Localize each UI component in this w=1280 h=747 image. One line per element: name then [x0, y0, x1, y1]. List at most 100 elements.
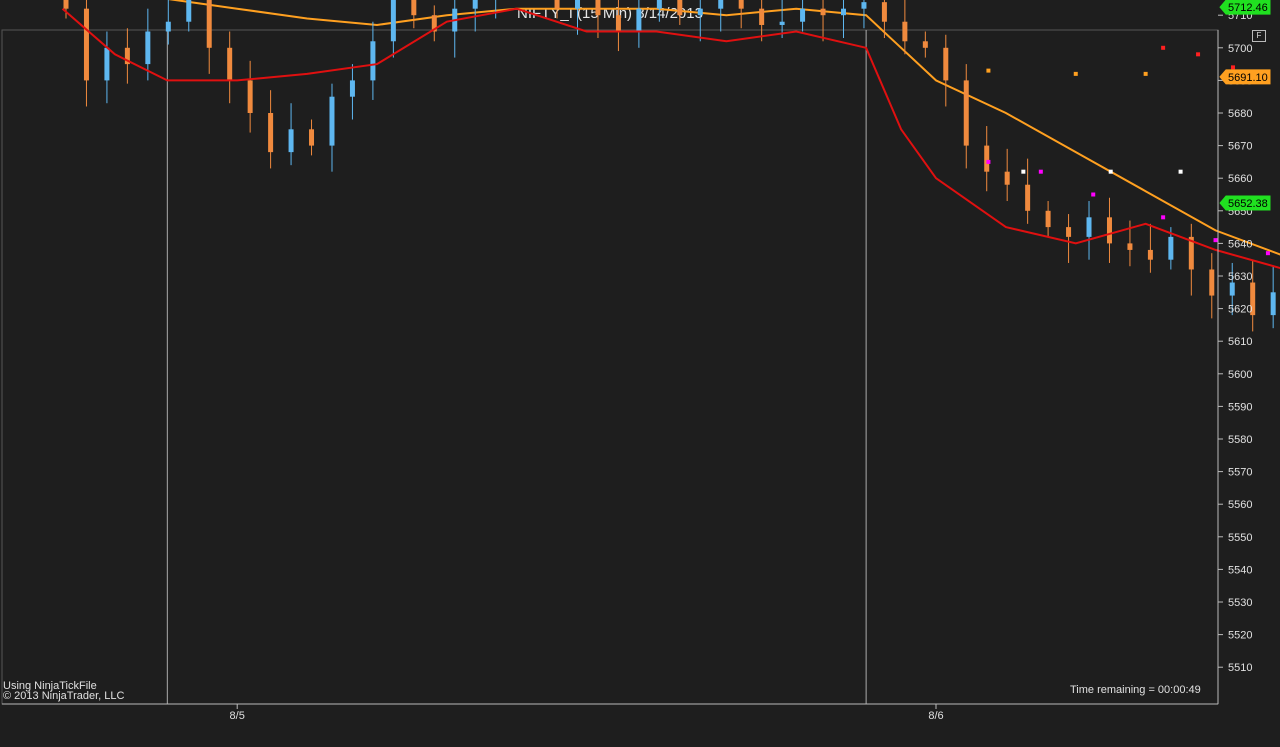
- y-tick-label: 5510: [1228, 662, 1252, 674]
- candle-body: [1229, 282, 1235, 296]
- chart-frame: [1, 29, 1219, 705]
- candle-body: [779, 21, 785, 25]
- candle-body: [922, 41, 928, 48]
- y-tick-label: 5600: [1228, 369, 1252, 381]
- candle-body: [718, 0, 724, 9]
- stop-dot: [1161, 215, 1166, 220]
- candle-body: [1168, 236, 1174, 260]
- candle-body: [697, 8, 703, 16]
- candle-body: [370, 41, 376, 81]
- stop-dot: [1161, 45, 1166, 50]
- stop-dot: [1021, 169, 1026, 174]
- candle-body: [1209, 269, 1215, 296]
- candle-body: [861, 2, 867, 9]
- fast-ma-line: [61, 7, 1280, 270]
- stop-dot: [1213, 238, 1218, 243]
- fast-ma-layer: [61, 7, 1280, 270]
- candle-body: [595, 0, 601, 16]
- y-tick-label: 5520: [1228, 630, 1252, 642]
- candle-body: [206, 0, 212, 48]
- candle-body: [390, 0, 396, 42]
- candle-body: [963, 80, 969, 146]
- candle-body: [309, 129, 315, 146]
- candle-body: [554, 0, 560, 9]
- chart-canvas: 4/4 Long4/4 Long 55105520553055405550556…: [1, 0, 1280, 722]
- candle-body: [943, 47, 949, 81]
- price-marker-label: 5691.10: [1228, 72, 1268, 84]
- time-remaining-label: Time remaining = 00:00:49: [1070, 684, 1201, 696]
- candle-body: [677, 0, 683, 16]
- candle-body: [145, 31, 151, 65]
- candle-body: [656, 0, 662, 9]
- x-tick-label: 8/5: [230, 710, 245, 722]
- y-tick-label: 5670: [1228, 141, 1252, 153]
- price-axis: 5510 5520 5530 5540 5550 5560 5570 5580 5590 5600…: [1217, 10, 1252, 704]
- candle-body: [104, 47, 110, 81]
- stop-dot: [986, 68, 991, 73]
- price-marker-label: 5712.46: [1228, 2, 1268, 14]
- candle-body: [165, 21, 171, 32]
- stop-dots-layer: [986, 45, 1270, 256]
- y-tick-label: 5660: [1228, 173, 1252, 185]
- candle-body: [636, 8, 642, 32]
- y-tick-label: 5680: [1228, 108, 1252, 120]
- candle-body: [1270, 292, 1276, 316]
- y-tick-label: 5700: [1228, 43, 1252, 55]
- slow-ma-line: [167, 0, 1280, 256]
- y-tick-label: 5640: [1228, 238, 1252, 250]
- y-tick-label: 5540: [1228, 564, 1252, 576]
- candle-body: [63, 0, 69, 9]
- stop-dot: [1038, 169, 1043, 174]
- candle-body: [575, 0, 581, 9]
- candle-body: [411, 0, 417, 16]
- candle-body: [227, 47, 233, 81]
- y-tick-label: 5530: [1228, 597, 1252, 609]
- candle-body: [1106, 217, 1112, 244]
- candle-body: [881, 2, 887, 22]
- candle-body: [820, 8, 826, 16]
- y-tick-label: 5610: [1228, 336, 1252, 348]
- stop-dot: [1108, 169, 1113, 174]
- y-tick-label: 5620: [1228, 304, 1252, 316]
- candle-body: [186, 0, 192, 22]
- price-marker-label: 5652.38: [1228, 198, 1268, 210]
- candle-body: [984, 145, 990, 172]
- candle-body: [902, 21, 908, 42]
- candle-body: [1004, 171, 1010, 185]
- y-tick-label: 5630: [1228, 271, 1252, 283]
- x-tick-label: 8/6: [928, 710, 943, 722]
- plot-border: [1, 29, 1219, 705]
- stop-dot: [986, 159, 991, 164]
- candle-body: [329, 96, 335, 146]
- y-tick-label: 5580: [1228, 434, 1252, 446]
- candle-body: [83, 8, 89, 81]
- candle-body: [268, 113, 274, 153]
- stop-dot: [1073, 71, 1078, 76]
- candle-body: [800, 8, 806, 22]
- stop-dot: [1265, 251, 1270, 256]
- candle-body: [1086, 217, 1092, 237]
- y-tick-label: 5550: [1228, 532, 1252, 544]
- candles-layer: [63, 0, 1276, 332]
- candle-body: [1147, 249, 1153, 260]
- candle-body: [288, 129, 294, 153]
- copyright-label: © 2013 NinjaTrader, LLC: [3, 690, 125, 702]
- y-tick-label: 5570: [1228, 467, 1252, 479]
- slow-ma-layer: [167, 0, 1280, 256]
- candle-body: [1025, 184, 1031, 211]
- candle-body: [1127, 243, 1133, 250]
- candle-body: [472, 0, 478, 9]
- y-tick-label: 5590: [1228, 401, 1252, 413]
- stop-dot: [1143, 71, 1148, 76]
- candle-body: [1045, 210, 1051, 228]
- candle-body: [738, 0, 744, 9]
- candle-body: [840, 8, 846, 16]
- candle-body: [247, 80, 253, 113]
- candle-body: [615, 15, 621, 32]
- stop-dot: [1230, 65, 1235, 70]
- stop-dot: [1196, 52, 1201, 57]
- candle-body: [759, 8, 765, 25]
- y-tick-label: 5560: [1228, 499, 1252, 511]
- time-axis: 8/58/68/78/88/128/138/14: [2, 703, 1218, 722]
- candle-body: [349, 80, 355, 97]
